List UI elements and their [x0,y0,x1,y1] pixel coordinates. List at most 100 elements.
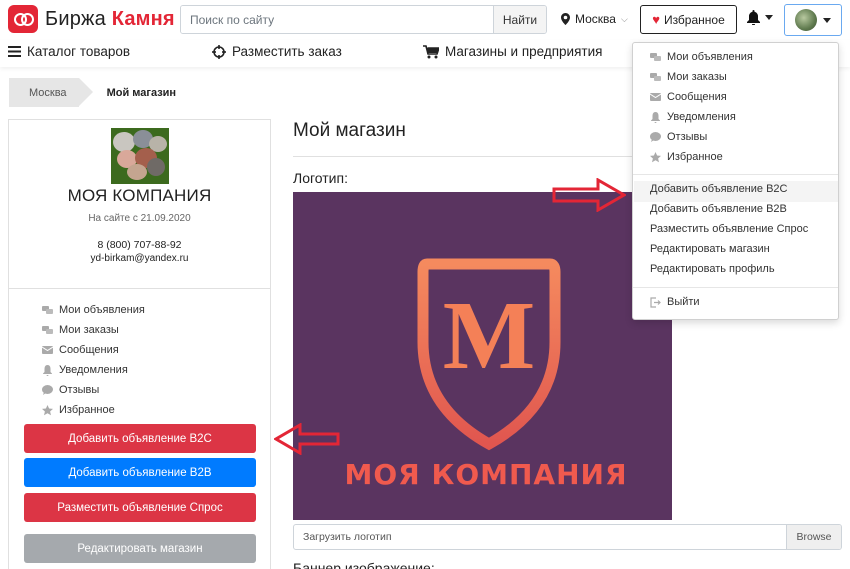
search-bar: Найти [180,5,547,34]
crosshair-icon [212,44,226,59]
city-selector[interactable]: Москва ⌵ [561,12,628,26]
page-title: Мой магазин [293,120,406,141]
divider [293,156,633,157]
site-logo[interactable]: Биржа Камня [8,5,175,33]
logo-upload-placeholder: Загрузить логотип [303,531,392,543]
logo-text: Биржа Камня [45,7,175,30]
side-menu-item-messages[interactable]: Сообщения [42,340,145,360]
star-icon [42,404,53,416]
dropdown-item-logout[interactable]: Выйти [650,296,700,308]
comment-icon [42,385,53,396]
edit-shop-button[interactable]: Редактировать магазин [24,534,256,563]
notifications-button[interactable] [747,10,773,25]
ads-icon [42,305,53,316]
dropdown-item-notifications[interactable]: Уведомления [650,111,736,123]
heart-icon: ♥ [652,12,660,27]
browse-button[interactable]: Browse [786,525,841,549]
map-pin-icon [561,13,570,25]
dropdown-item-messages[interactable]: Сообщения [650,91,727,103]
dropdown-item-label: Избранное [667,151,723,163]
company-phone: 8 (800) 707-88-92 [97,239,182,251]
side-menu-item-ads[interactable]: Мои объявления [42,300,145,320]
dropdown-item-label: Отзывы [667,131,708,143]
add-b2c-button[interactable]: Добавить объявление B2C [24,424,256,453]
logout-icon [650,296,661,308]
dropdown-item-edit-profile[interactable]: Редактировать профиль [650,263,775,275]
place-demand-button[interactable]: Разместить объявление Спрос [24,493,256,522]
dropdown-item-reviews[interactable]: Отзывы [650,131,707,143]
side-menu-item-favorites[interactable]: Избранное [42,400,145,420]
logo-preview-image: M МОЯ КОМПАНИЯ [293,192,672,520]
side-menu-label: Уведомления [59,364,128,376]
banner-label: Баннер изображение: [293,560,435,569]
annotation-arrow-right-icon [552,178,626,212]
header: Биржа Камня Найти Москва ⌵ ♥ Избранное [0,0,850,40]
dropdown-item-add-b2b[interactable]: Добавить объявление B2B [650,203,787,215]
dropdown-item-label: Уведомления [667,111,736,123]
orders-icon [42,325,53,336]
dropdown-item-label: Мои объявления [667,51,753,63]
breadcrumb-current: Мой магазин [106,86,177,99]
star-icon [650,151,661,163]
favorites-label: Избранное [663,12,725,27]
annotation-arrow-left-icon [274,423,340,455]
nav-catalog[interactable]: Каталог товаров [8,44,130,59]
logo-upload-field[interactable]: Загрузить логотип Browse [293,524,842,550]
logo-label: Логотип: [293,170,348,186]
nav-shops[interactable]: Магазины и предприятия [423,44,602,59]
caret-down-icon [765,15,773,20]
company-email: yd-birkam@yandex.ru [90,253,189,264]
member-since: На сайте с 21.09.2020 [88,213,191,224]
city-label: Москва [575,12,616,26]
logo-preview-name: МОЯ КОМПАНИЯ [344,458,627,491]
ads-icon [650,52,661,63]
bell-icon [747,10,760,25]
divider [633,287,838,288]
dropdown-item-edit-shop[interactable]: Редактировать магазин [650,243,770,255]
side-menu-label: Избранное [59,404,115,416]
favorites-button[interactable]: ♥ Избранное [640,5,737,34]
caret-down-icon [823,17,831,23]
user-dropdown-menu: Мои объявления Мои заказы Сообщения Увед… [632,42,839,320]
logo-preview-letter: M [443,282,536,390]
company-panel: МОЯ КОМПАНИЯ На сайте с 21.09.2020 8 (80… [8,119,271,569]
side-menu-item-orders[interactable]: Мои заказы [42,320,145,340]
dropdown-item-add-b2c[interactable]: Добавить объявление B2C [650,183,787,195]
side-menu-label: Мои заказы [59,324,119,336]
dropdown-item-label: Сообщения [667,91,727,103]
side-menu-item-notifications[interactable]: Уведомления [42,360,145,380]
user-menu-button[interactable] [784,4,842,36]
company-name: МОЯ КОМПАНИЯ [67,186,212,205]
avatar [795,9,817,31]
envelope-icon [42,345,53,356]
search-input[interactable] [181,6,493,33]
dropdown-item-place-demand[interactable]: Разместить объявление Спрос [650,223,808,235]
nav-order[interactable]: Разместить заказ [212,44,342,59]
divider [9,288,270,289]
orders-icon [650,72,661,83]
side-menu-label: Мои объявления [59,304,145,316]
nav-order-label: Разместить заказ [232,44,342,59]
dropdown-item-label: Выйти [667,296,700,308]
breadcrumb: Москва Мой магазин [9,78,176,107]
dropdown-item-favorites[interactable]: Избранное [650,151,723,163]
search-button[interactable]: Найти [493,6,546,33]
divider [633,174,838,175]
add-b2b-button[interactable]: Добавить объявление B2B [24,458,256,487]
cart-icon [423,44,439,58]
dropdown-item-orders[interactable]: Мои заказы [650,71,727,83]
nav-shops-label: Магазины и предприятия [445,44,603,59]
logo-mark-icon [8,5,38,33]
menu-icon [8,46,21,57]
nav-catalog-label: Каталог товаров [27,44,131,59]
side-menu-label: Отзывы [59,384,100,396]
chevron-down-icon: ⌵ [620,13,628,24]
dropdown-item-ads[interactable]: Мои объявления [650,51,753,63]
company-image [111,128,169,184]
breadcrumb-city[interactable]: Москва [9,78,93,107]
bell-icon [650,111,661,123]
dropdown-item-label: Мои заказы [667,71,727,83]
envelope-icon [650,92,661,103]
side-menu-label: Сообщения [59,344,119,356]
side-menu-item-reviews[interactable]: Отзывы [42,380,145,400]
